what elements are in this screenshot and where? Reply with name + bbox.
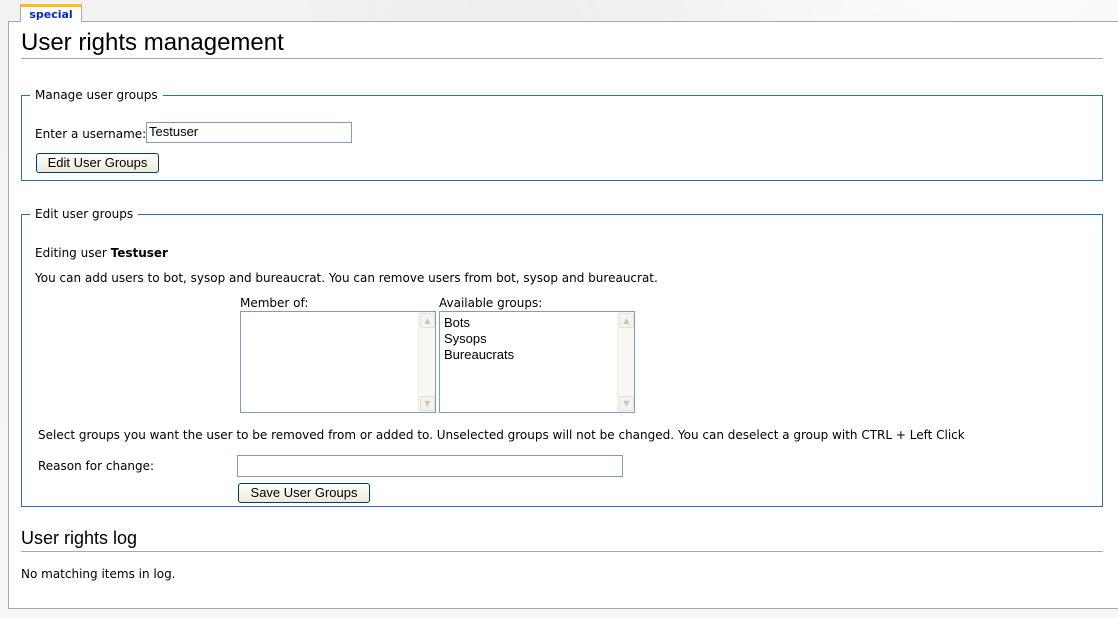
available-groups-items: Bots Sysops Bureaucrats: [444, 315, 514, 363]
save-user-groups-button[interactable]: Save User Groups: [238, 483, 370, 503]
available-groups-scrollbar[interactable]: ▲ ▼: [617, 312, 634, 412]
log-empty-text: No matching items in log.: [21, 567, 176, 581]
username-input[interactable]: Testuser: [146, 122, 352, 143]
edit-user-groups-legend: Edit user groups: [35, 207, 134, 221]
member-of-scrollbar[interactable]: ▲ ▼: [418, 312, 435, 412]
editing-user-name: Testuser: [110, 246, 168, 260]
editing-user-prefix: Editing user: [35, 246, 111, 260]
member-of-listbox[interactable]: ▲ ▼: [240, 311, 436, 413]
reason-input[interactable]: [237, 455, 623, 477]
permissions-text: You can add users to bot, sysop and bure…: [35, 271, 658, 285]
edit-user-groups-fieldset: Edit user groups Editing user Testuser Y…: [21, 207, 1103, 507]
available-groups-listbox[interactable]: Bots Sysops Bureaucrats ▲ ▼: [439, 311, 635, 413]
list-item-bots[interactable]: Bots: [444, 315, 514, 331]
instructions-text: Select groups you want the user to be re…: [38, 428, 965, 442]
editing-user-line: Editing user Testuser: [35, 246, 168, 260]
scroll-down-icon[interactable]: ▼: [619, 396, 634, 411]
member-of-label: Member of:: [240, 296, 309, 310]
content-area: User rights management Manage user group…: [8, 21, 1118, 609]
manage-user-groups-fieldset: Manage user groups Enter a username: Tes…: [21, 88, 1103, 181]
list-item-bureaucrats[interactable]: Bureaucrats: [444, 347, 514, 363]
user-rights-log-title: User rights log: [21, 527, 1103, 552]
edit-user-groups-button[interactable]: Edit User Groups: [36, 153, 159, 173]
page-title: User rights management: [21, 29, 1103, 59]
reason-label: Reason for change:: [38, 459, 155, 473]
username-label: Enter a username:: [35, 127, 147, 141]
list-item-sysops[interactable]: Sysops: [444, 331, 514, 347]
manage-user-groups-legend: Manage user groups: [35, 88, 158, 102]
scroll-up-icon[interactable]: ▲: [420, 313, 435, 328]
tab-special[interactable]: special: [20, 4, 82, 22]
available-groups-label: Available groups:: [439, 296, 543, 310]
scroll-down-icon[interactable]: ▼: [420, 396, 435, 411]
scroll-up-icon[interactable]: ▲: [619, 313, 634, 328]
